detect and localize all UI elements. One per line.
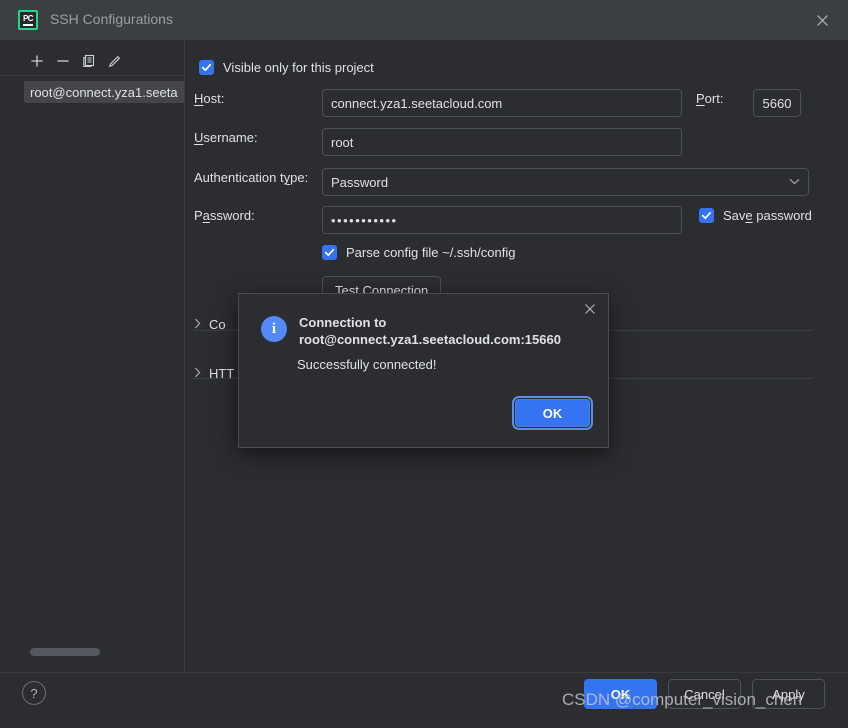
username-label-wrap: Username: — [194, 130, 258, 145]
username-input[interactable]: root — [322, 128, 682, 156]
host-input[interactable]: connect.yza1.seetacloud.com — [322, 89, 682, 117]
copy-configuration-button[interactable] — [76, 49, 102, 73]
help-button[interactable]: ? — [22, 681, 46, 705]
password-label-wrap: Password: — [194, 208, 255, 223]
visible-only-checkbox[interactable] — [199, 60, 214, 75]
section-connection-parameters[interactable]: Co — [194, 317, 226, 332]
chevron-right-icon — [194, 367, 201, 381]
password-value: ••••••••••• — [331, 212, 398, 228]
scrollbar-thumb[interactable] — [30, 648, 100, 656]
configurations-sidebar: root@connect.yza1.seeta — [0, 40, 185, 672]
ok-button[interactable]: OK — [584, 679, 657, 709]
configurations-list[interactable]: root@connect.yza1.seeta — [0, 78, 184, 658]
pycharm-logo-text: PC — [22, 14, 34, 26]
pencil-icon[interactable] — [102, 49, 128, 73]
section-label: HTT — [209, 366, 235, 381]
port-label-wrap: Port: — [696, 91, 723, 106]
ssh-configurations-window: PC SSH Configurations root@connect.yza1.… — [0, 0, 848, 728]
dialog-message: Successfully connected! — [297, 357, 437, 372]
save-password-row[interactable]: Save password — [699, 208, 812, 223]
connection-result-dialog: i Connection to root@connect.yza1.seetac… — [238, 293, 609, 448]
info-icon-glyph: i — [271, 320, 277, 337]
auth-type-select[interactable]: Password — [322, 168, 809, 196]
username-label: Username: — [194, 130, 258, 145]
pycharm-logo-icon: PC — [18, 10, 38, 30]
info-icon: i — [261, 316, 287, 342]
dialog-title-line1: Connection to — [299, 315, 387, 330]
cancel-button[interactable]: Cancel — [668, 679, 741, 709]
visible-only-label: Visible only for this project — [223, 60, 374, 75]
auth-type-value: Password — [331, 174, 389, 190]
password-label: Password: — [194, 208, 255, 223]
sidebar-toolbar — [0, 46, 184, 76]
dialog-title: Connection to root@connect.yza1.seetaclo… — [299, 314, 599, 348]
dialog-ok-button[interactable]: OK — [512, 396, 593, 430]
port-label: Port: — [696, 91, 724, 106]
apply-button[interactable]: Apply — [752, 679, 825, 709]
list-item[interactable]: root@connect.yza1.seeta — [24, 81, 184, 103]
sidebar-item-label: root@connect.yza1.seeta — [30, 84, 178, 100]
port-input[interactable]: 5660 — [753, 89, 801, 117]
remove-configuration-button[interactable] — [50, 49, 76, 73]
section-http-proxy[interactable]: HTT — [194, 366, 234, 381]
save-password-checkbox[interactable] — [699, 208, 714, 223]
horizontal-scrollbar[interactable] — [30, 648, 180, 656]
chevron-right-icon — [194, 318, 201, 332]
auth-type-label: Authentication type: — [194, 170, 309, 185]
password-input[interactable]: ••••••••••• — [322, 206, 682, 234]
window-titlebar: PC SSH Configurations — [0, 0, 848, 40]
host-label-wrap: Host: — [194, 91, 224, 106]
port-value: 5660 — [762, 95, 792, 111]
auth-type-label-wrap: Authentication type: — [194, 170, 308, 185]
username-value: root — [331, 134, 354, 150]
host-label: Host: — [194, 91, 225, 106]
host-value: connect.yza1.seetacloud.com — [331, 95, 503, 111]
section-label: Co — [209, 317, 226, 332]
parse-config-checkbox[interactable] — [322, 245, 337, 260]
add-configuration-button[interactable] — [24, 49, 50, 73]
save-password-label: Save password — [723, 208, 812, 223]
dialog-title-line2: root@connect.yza1.seetacloud.com:15660 — [299, 332, 561, 347]
visible-only-row[interactable]: Visible only for this project — [199, 60, 374, 75]
window-title: SSH Configurations — [50, 11, 173, 27]
chevron-down-icon — [789, 176, 800, 188]
close-icon[interactable] — [810, 8, 834, 32]
parse-config-label: Parse config file ~/.ssh/config — [346, 245, 516, 260]
parse-config-row[interactable]: Parse config file ~/.ssh/config — [322, 245, 515, 260]
